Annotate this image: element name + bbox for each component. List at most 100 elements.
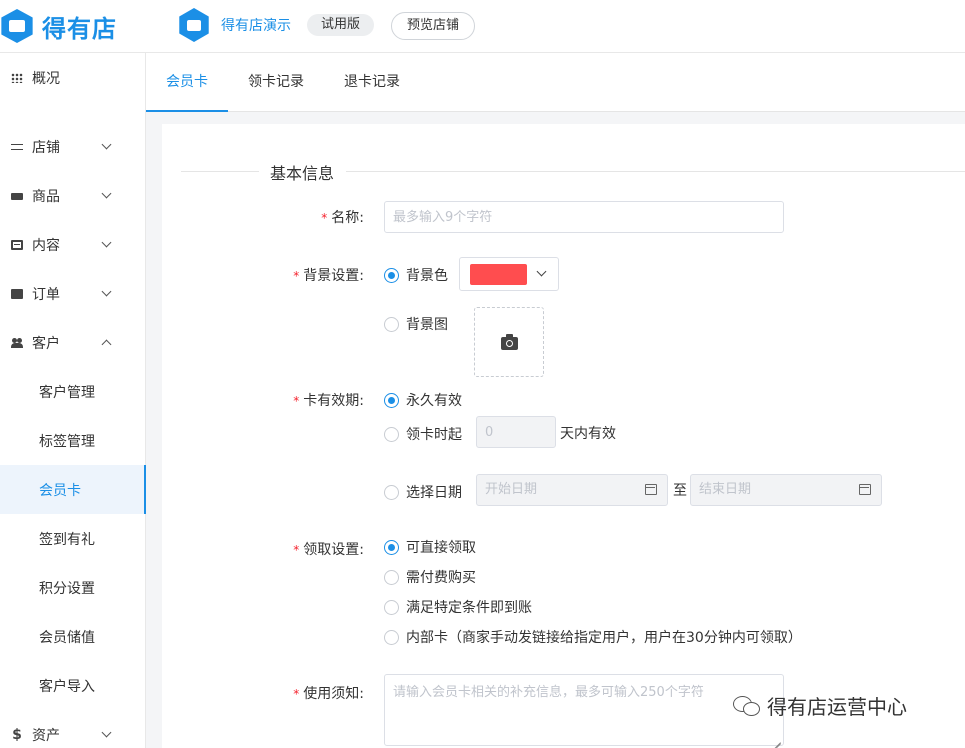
bg-color-radio[interactable]: 背景色 xyxy=(384,265,448,285)
sidebar-subitem-customer-management[interactable]: 客户管理 xyxy=(0,367,146,416)
color-swatch xyxy=(470,264,527,285)
name-input[interactable] xyxy=(384,201,784,233)
tab-member-card[interactable]: 会员卡 xyxy=(146,53,228,112)
calendar-icon xyxy=(645,484,657,495)
section-title: 基本信息 xyxy=(270,164,335,183)
radio-unchecked-icon xyxy=(384,426,399,442)
radio-unchecked-icon xyxy=(384,569,399,585)
sidebar-subitem-tag-management[interactable]: 标签管理 xyxy=(0,416,146,465)
start-date-placeholder: 开始日期 xyxy=(485,482,538,497)
brand-logo[interactable]: 得有店 xyxy=(0,8,117,44)
sidebar-item-label: 商品 xyxy=(32,188,60,205)
claim-direct-label: 可直接领取 xyxy=(406,540,476,556)
top-header: 得有店 得有店演示 试用版 预览店铺 xyxy=(0,0,965,53)
camera-icon xyxy=(501,334,518,350)
notice-label: * 使用须知: xyxy=(293,686,364,702)
validity-label: * 卡有效期: xyxy=(293,393,364,409)
radio-checked-icon xyxy=(384,539,399,555)
resize-handle-icon[interactable] xyxy=(772,734,781,743)
radio-unchecked-icon xyxy=(384,484,399,500)
claim-paid-radio[interactable]: 需付费购买 xyxy=(384,567,476,587)
claim-label: * 领取设置: xyxy=(293,542,364,558)
validity-date-range-label: 选择日期 xyxy=(406,485,462,501)
background-label: * 背景设置: xyxy=(293,268,364,284)
claim-condition-radio[interactable]: 满足特定条件即到账 xyxy=(384,597,532,617)
start-date-input[interactable]: 开始日期 xyxy=(476,474,668,506)
validity-forever-label: 永久有效 xyxy=(406,393,462,409)
radio-unchecked-icon xyxy=(384,316,399,332)
name-label: * 名称: xyxy=(321,210,364,226)
sidebar-item-store[interactable]: 店铺 xyxy=(0,122,146,171)
end-date-placeholder: 结束日期 xyxy=(699,482,752,497)
claim-paid-label: 需付费购买 xyxy=(406,570,476,586)
product-icon xyxy=(11,193,23,200)
notice-textarea[interactable] xyxy=(384,674,784,746)
sidebar-item-label: 店铺 xyxy=(32,139,60,156)
sidebar-subitem-points-settings[interactable]: 积分设置 xyxy=(0,563,146,612)
order-icon xyxy=(11,288,23,299)
image-upload-box[interactable] xyxy=(474,307,544,377)
tab-return-records[interactable]: 退卡记录 xyxy=(332,53,412,112)
document-icon xyxy=(11,239,23,250)
days-suffix: 天内有效 xyxy=(560,426,616,442)
wechat-icon xyxy=(733,695,761,717)
section-divider xyxy=(346,171,965,172)
chevron-down-icon xyxy=(101,286,112,297)
sidebar-subitem-member-recharge[interactable]: 会员储值 xyxy=(0,612,146,661)
chevron-down-icon xyxy=(101,237,112,248)
watermark: 得有店运营中心 xyxy=(733,691,907,720)
color-picker[interactable] xyxy=(459,257,559,291)
preview-store-button[interactable]: 预览店铺 xyxy=(391,12,476,40)
grid-icon xyxy=(11,72,23,83)
store-logo-icon xyxy=(1,9,33,43)
chevron-up-icon xyxy=(101,339,112,350)
chevron-down-icon xyxy=(101,727,112,738)
sidebar-item-label: 订单 xyxy=(32,286,60,303)
radio-checked-icon xyxy=(384,392,399,408)
watermark-text: 得有店运营中心 xyxy=(767,695,907,719)
claim-internal-radio[interactable]: 内部卡（商家手动发链接给指定用户，用户在30分钟内可领取） xyxy=(384,627,802,647)
radio-checked-icon xyxy=(384,267,399,283)
tab-bar: 会员卡 领卡记录 退卡记录 xyxy=(146,53,965,112)
radio-unchecked-icon xyxy=(384,599,399,615)
sidebar-item-label: 内容 xyxy=(32,237,60,254)
sidebar-subitem-member-card[interactable]: 会员卡 xyxy=(0,465,146,514)
sidebar-subitem-checkin-reward[interactable]: 签到有礼 xyxy=(0,514,146,563)
users-icon xyxy=(11,337,23,348)
sidebar-subitem-customer-import[interactable]: 客户导入 xyxy=(0,661,146,710)
shop-avatar-icon xyxy=(179,8,209,42)
claim-direct-radio[interactable]: 可直接领取 xyxy=(384,537,476,557)
sliders-icon xyxy=(11,142,23,152)
calendar-icon xyxy=(859,484,871,495)
sidebar-item-customers[interactable]: 客户 xyxy=(0,318,146,367)
validity-days-input[interactable] xyxy=(476,416,556,448)
trial-badge: 试用版 xyxy=(307,14,375,36)
sidebar-item-label: 概况 xyxy=(32,70,60,87)
tab-claim-records[interactable]: 领卡记录 xyxy=(236,53,316,112)
sidebar-item-orders[interactable]: 订单 xyxy=(0,269,146,318)
sidebar: 概况 店铺 商品 内容 订单 客户 客户管理 标签管理 会员卡 签到有礼 积分设… xyxy=(0,53,146,748)
claim-internal-label: 内部卡（商家手动发链接给指定用户，用户在30分钟内可领取） xyxy=(406,630,802,646)
date-separator: 至 xyxy=(673,483,687,499)
sidebar-item-label: 客户 xyxy=(32,335,60,352)
chevron-down-icon xyxy=(536,266,547,277)
bg-image-label: 背景图 xyxy=(406,317,448,333)
sidebar-item-overview[interactable]: 概况 xyxy=(0,53,146,102)
sidebar-item-label: 资产 xyxy=(32,727,60,744)
bg-color-label: 背景色 xyxy=(406,268,448,284)
shop-name[interactable]: 得有店演示 xyxy=(221,15,291,35)
chevron-down-icon xyxy=(101,188,112,199)
section-divider xyxy=(181,171,259,172)
claim-condition-label: 满足特定条件即到账 xyxy=(406,600,532,616)
bg-image-radio[interactable]: 背景图 xyxy=(384,314,448,334)
brand-logo-text: 得有店 xyxy=(42,14,117,43)
sidebar-item-content[interactable]: 内容 xyxy=(0,220,146,269)
sidebar-item-assets[interactable]: $ 资产 xyxy=(0,710,146,748)
chevron-down-icon xyxy=(101,139,112,150)
radio-unchecked-icon xyxy=(384,629,399,645)
sidebar-item-products[interactable]: 商品 xyxy=(0,171,146,220)
validity-date-range-radio[interactable]: 选择日期 xyxy=(384,482,462,502)
validity-forever-radio[interactable]: 永久有效 xyxy=(384,390,462,410)
end-date-input[interactable]: 结束日期 xyxy=(690,474,882,506)
validity-from-claim-radio[interactable]: 领卡时起 xyxy=(384,424,462,444)
